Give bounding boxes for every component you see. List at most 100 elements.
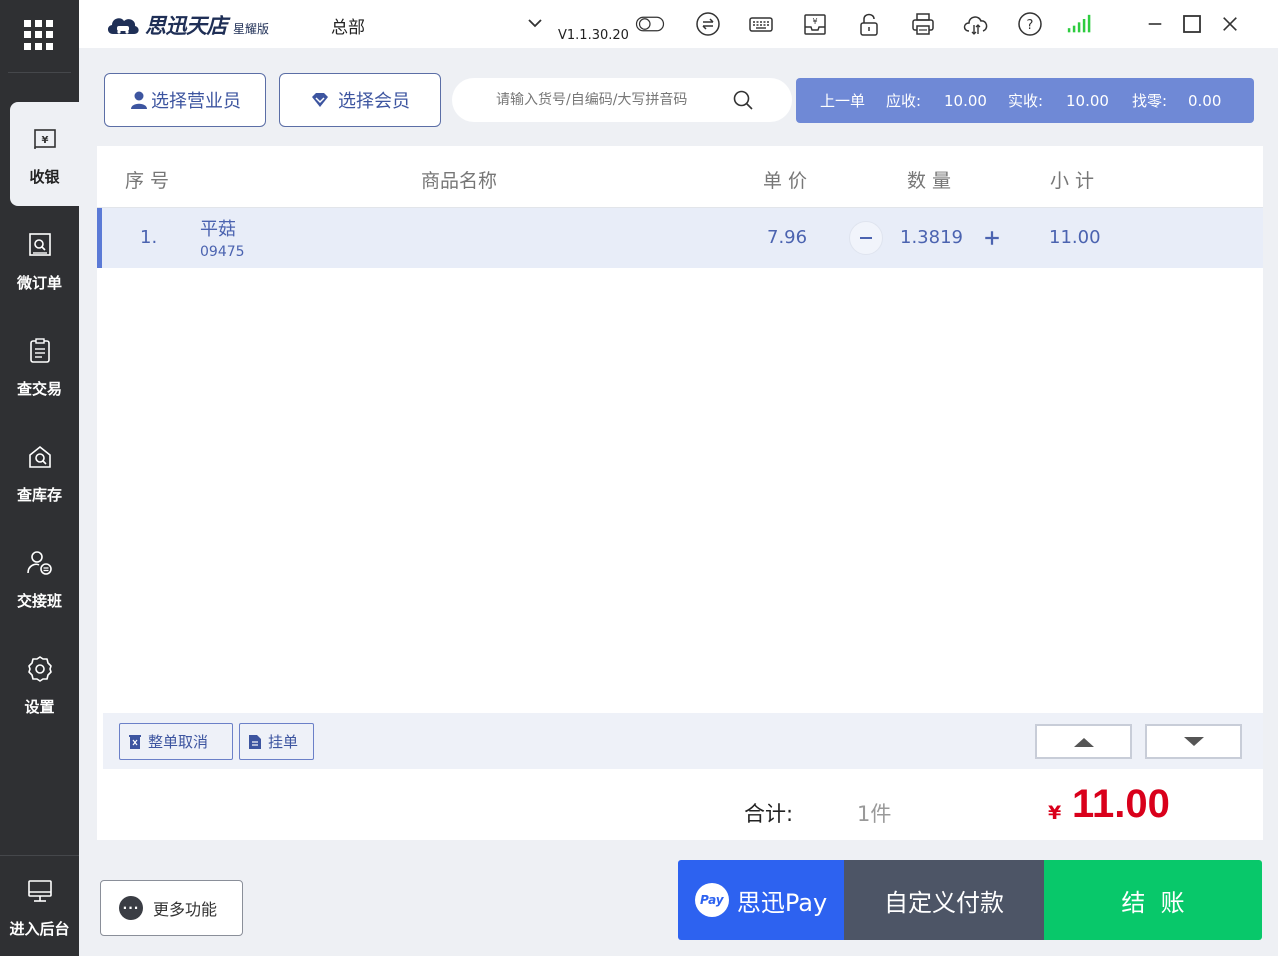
row-qty[interactable]: 1.3819 (900, 227, 963, 248)
currency-symbol: ¥ (1048, 802, 1062, 824)
item-count: 1件 (857, 802, 892, 826)
sidebar-item-backend[interactable]: 进入后台 (0, 856, 79, 956)
logo-text: 思迅天店 (145, 14, 228, 38)
total-amount: 11.00 (1072, 782, 1170, 826)
app-logo: 思迅天店 星耀版 (105, 10, 269, 40)
paid-label: 实收: (1008, 92, 1044, 110)
close-button[interactable] (1216, 10, 1244, 38)
chevron-down-icon[interactable] (526, 14, 544, 32)
cart-toolbar: 整单取消 挂单 (103, 713, 1263, 769)
checkout-label: 结 账 (1121, 888, 1185, 917)
change-label: 找零: (1132, 92, 1168, 110)
svg-text:?: ? (1027, 18, 1034, 33)
monitor-icon (23, 874, 57, 908)
total-label: 合计: (744, 802, 794, 826)
app-grid-icon[interactable] (24, 20, 54, 50)
search-input[interactable] (496, 92, 756, 108)
minimize-button[interactable] (1141, 10, 1169, 38)
maximize-button[interactable] (1178, 10, 1206, 38)
person-icon (131, 91, 147, 109)
printer-icon[interactable] (908, 10, 938, 38)
more-functions-button[interactable]: ··· 更多功能 (100, 880, 243, 936)
select-staff-label: 选择营业员 (151, 91, 241, 112)
row-name: 平菇 (200, 219, 236, 240)
logo-edition: 星耀版 (233, 21, 270, 36)
shift-handover-icon (23, 546, 57, 580)
sidebar-item-transactions[interactable]: 查交易 (0, 314, 79, 418)
hold-order-button[interactable]: 挂单 (239, 723, 314, 760)
sidebar-item-settings[interactable]: 设置 (0, 632, 79, 736)
inventory-icon (23, 440, 57, 474)
paid-value: 10.00 (1066, 91, 1109, 110)
sidebar-item-label: 交接班 (16, 591, 62, 610)
row-subtotal: 11.00 (1049, 227, 1101, 248)
sixun-pay-label: 思迅Pay (736, 888, 828, 917)
sidebar-item-micro-order[interactable]: 微订单 (0, 208, 79, 312)
sidebar-divider (8, 72, 71, 73)
sidebar-item-label: 设置 (24, 697, 55, 716)
due-label: 应收: (886, 92, 922, 110)
toggle-icon[interactable] (635, 10, 665, 38)
search-icon[interactable] (732, 89, 754, 111)
help-icon[interactable]: ? (1015, 10, 1045, 38)
lock-icon[interactable] (854, 10, 884, 38)
sidebar-item-label: 微订单 (16, 273, 62, 292)
header-subtotal: 小 计 (1050, 170, 1095, 192)
select-staff-button[interactable]: 选择营业员 (104, 73, 266, 127)
row-price: 7.96 (767, 227, 808, 248)
select-member-label: 选择会员 (338, 91, 410, 112)
qty-increase-button[interactable] (975, 221, 1009, 255)
more-functions-label: 更多功能 (153, 900, 218, 919)
table-row[interactable]: 1. 平菇 09475 7.96 1.3819 11.00 (97, 208, 1263, 268)
header-price: 单 价 (763, 170, 808, 192)
micro-order-icon (23, 228, 57, 262)
row-code: 09475 (200, 244, 245, 260)
header-qty: 数 量 (907, 170, 952, 192)
settings-gear-icon (23, 652, 57, 686)
sidebar-item-label: 查库存 (16, 485, 62, 504)
change-value: 0.00 (1188, 91, 1222, 110)
keyboard-icon[interactable] (746, 10, 776, 38)
svg-text:¥: ¥ (812, 17, 817, 26)
table-header: 序 号 商品名称 单 价 数 量 小 计 (97, 146, 1263, 208)
select-member-button[interactable]: 选择会员 (279, 73, 441, 127)
svg-text:¥: ¥ (41, 135, 48, 146)
scroll-down-button[interactable] (1145, 724, 1242, 759)
sidebar-item-label: 进入后台 (9, 919, 70, 938)
custom-payment-label: 自定义付款 (884, 888, 1004, 917)
scroll-up-button[interactable] (1035, 724, 1132, 759)
sidebar-item-label: 查交易 (16, 379, 62, 398)
more-dots-icon: ··· (119, 896, 143, 920)
exchange-icon[interactable] (693, 10, 723, 38)
cloud-sync-icon[interactable] (961, 10, 991, 38)
row-no: 1. (140, 227, 158, 248)
checkout-button[interactable]: 结 账 (1044, 860, 1262, 940)
header-name: 商品名称 (421, 170, 498, 192)
pay-logo-icon: Pay (694, 883, 729, 917)
sidebar-item-cashier[interactable]: ¥ 收银 (10, 102, 79, 206)
qty-decrease-button[interactable] (849, 221, 883, 255)
action-row: 选择营业员 选择会员 上一单 应收: 10.00 实收: 10.00 找零: 0… (97, 66, 1263, 136)
version-label: V1.1.30.20 (558, 28, 629, 43)
cart-panel: 序 号 商品名称 单 价 数 量 小 计 1. 平菇 09475 7.96 1.… (97, 146, 1263, 840)
sidebar-item-inventory[interactable]: 查库存 (0, 420, 79, 524)
triangle-down-icon (1183, 736, 1204, 746)
cancel-all-button[interactable]: 整单取消 (119, 723, 233, 760)
trash-icon (129, 735, 141, 749)
due-value: 10.00 (944, 91, 987, 110)
cash-drawer-icon[interactable]: ¥ (800, 10, 830, 38)
signal-icon (1067, 10, 1097, 38)
store-selector[interactable]: 总部 (331, 13, 365, 38)
sixun-pay-button[interactable]: Pay 思迅Pay (678, 860, 844, 940)
hold-order-label: 挂单 (268, 733, 299, 751)
transaction-list-icon (23, 334, 57, 368)
sidebar: ¥ 收银 微订单 查交易 查库存 交接班 设置 进入后台 (0, 0, 79, 956)
header-no: 序 号 (125, 170, 170, 192)
top-bar: 思迅天店 星耀版 总部 V1.1.30.20 ¥ ? (79, 0, 1278, 48)
search-box (452, 78, 792, 122)
sidebar-item-shift[interactable]: 交接班 (0, 526, 79, 630)
custom-payment-button[interactable]: 自定义付款 (844, 860, 1044, 940)
sidebar-item-label: 收银 (29, 167, 60, 186)
cancel-all-label: 整单取消 (148, 733, 209, 751)
last-order-summary: 上一单 应收: 10.00 实收: 10.00 找零: 0.00 (796, 78, 1254, 123)
